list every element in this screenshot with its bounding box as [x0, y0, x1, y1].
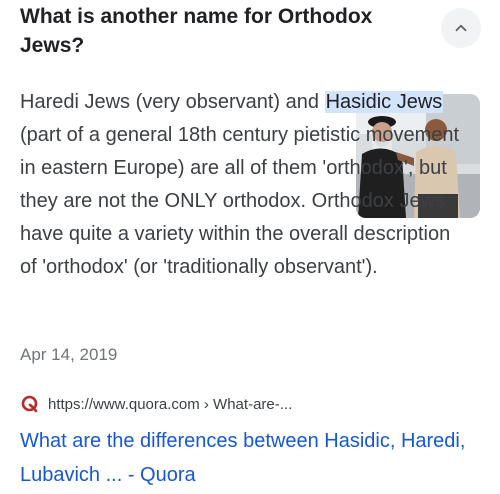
snippet-text-start: Haredi Jews (very observant) and: [20, 91, 325, 113]
question-header[interactable]: What is another name for Orthodox Jews?: [20, 2, 420, 60]
source-breadcrumb[interactable]: https://www.quora.com › What-are-...: [20, 394, 292, 414]
result-title-link[interactable]: What are the differences between Hasidic…: [20, 424, 480, 492]
quora-icon: [21, 395, 38, 413]
question-title: What is another name for Orthodox Jews?: [20, 5, 373, 57]
collapse-button[interactable]: [441, 8, 481, 48]
chevron-up-icon: [455, 24, 467, 32]
snippet-text-end: (part of a general 18th century pietisti…: [20, 124, 460, 278]
snippet-highlight: Hasidic Jews: [324, 91, 444, 113]
source-url[interactable]: https://www.quora.com › What-are-...: [48, 396, 292, 413]
answer-snippet: Haredi Jews (very observant) and Hasidic…: [20, 86, 460, 284]
snippet-date: Apr 14, 2019: [20, 345, 118, 364]
